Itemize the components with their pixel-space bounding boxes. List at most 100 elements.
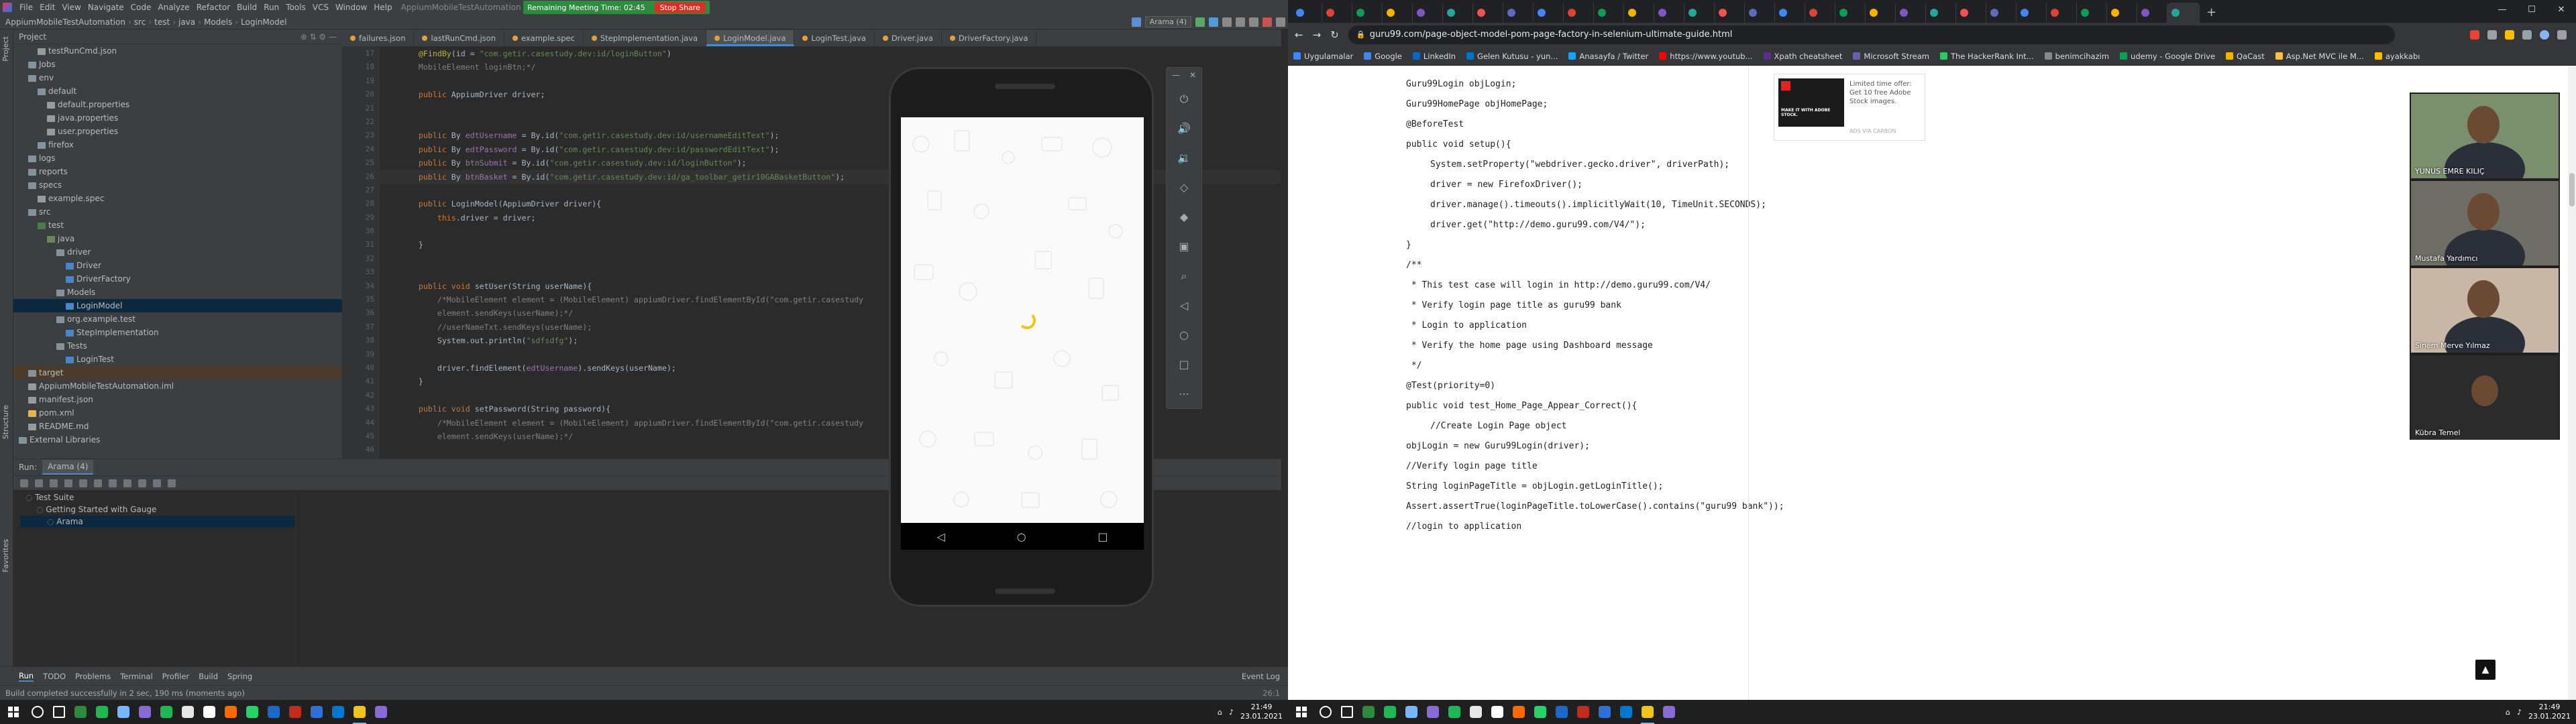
new-tab-button[interactable]: + (2200, 3, 2223, 23)
browser-tab[interactable] (1805, 3, 1835, 23)
browser-tab[interactable] (1383, 3, 1413, 23)
tree-item[interactable]: env (13, 71, 342, 84)
tool-tab-todo[interactable]: TODO (43, 672, 66, 681)
tree-item[interactable]: LoginTest (13, 353, 342, 366)
taskbar-app[interactable] (134, 700, 156, 724)
run-config-tab[interactable]: Arama (4) (42, 460, 94, 475)
tree-item[interactable]: firefox (13, 138, 342, 152)
browser-tab[interactable] (1684, 3, 1715, 23)
tree-item[interactable]: java (13, 232, 342, 245)
up-icon[interactable] (109, 479, 117, 487)
browser-tab[interactable] (1986, 3, 2017, 23)
taskbar-app[interactable] (1444, 700, 1465, 724)
tree-item[interactable]: Models (13, 286, 342, 299)
browser-tab[interactable] (1835, 3, 1866, 23)
browser-tab[interactable] (1896, 3, 1926, 23)
browser-tab[interactable] (1926, 3, 1956, 23)
browser-tab[interactable] (1534, 3, 1564, 23)
taskbar-app[interactable] (156, 700, 177, 724)
clock-right[interactable]: 21:49 23.01.2021 (2528, 703, 2571, 721)
breadcrumb-item[interactable]: AppiumMobileTestAutomation (5, 17, 125, 27)
network-icon[interactable]: ⌂ (1218, 708, 1222, 717)
browser-tab[interactable] (1624, 3, 1654, 23)
run-icon[interactable] (1195, 17, 1205, 27)
taskbar-app[interactable] (1637, 700, 1658, 724)
browser-tab[interactable] (1503, 3, 1534, 23)
extension-icon[interactable] (2487, 30, 2497, 40)
editor-tab[interactable]: StepImplementation.java (584, 30, 707, 46)
tree-item[interactable]: Driver (13, 259, 342, 272)
home-nav-button[interactable]: ○ (1017, 530, 1026, 543)
tree-item[interactable]: user.properties (13, 125, 342, 138)
taskbar-app[interactable] (349, 700, 370, 724)
taskbar-app[interactable] (370, 700, 392, 724)
tool-tab-terminal[interactable]: Terminal (120, 672, 153, 681)
editor-tab[interactable]: example.spec (504, 30, 584, 46)
back-icon[interactable]: ◁ (1175, 297, 1193, 314)
browser-tab[interactable] (1564, 3, 1594, 23)
page-scrollbar[interactable] (2568, 66, 2576, 700)
scrollbar-thumb[interactable] (2569, 173, 2575, 206)
taskbar-app[interactable] (70, 700, 91, 724)
profile-avatar[interactable] (2540, 30, 2549, 40)
home-icon[interactable]: ○ (1175, 326, 1193, 344)
taskbar-app[interactable] (1336, 700, 1358, 724)
taskbar-app[interactable] (1401, 700, 1422, 724)
structure-tool-tab[interactable]: Structure (1, 405, 10, 439)
minimize-icon[interactable]: — (1172, 70, 1180, 80)
tree-item[interactable]: driver (13, 245, 342, 259)
power-icon[interactable]: ⏻ (1175, 90, 1193, 108)
tree-item[interactable]: DriverFactory (13, 272, 342, 286)
search-everywhere-icon[interactable] (1276, 17, 1285, 27)
windows-start-button[interactable] (1288, 700, 1315, 724)
reload-button[interactable]: ↻ (1330, 29, 1339, 41)
taskbar-app[interactable] (1658, 700, 1680, 724)
menu-item-view[interactable]: View (58, 3, 84, 12)
menu-item-edit[interactable]: Edit (36, 3, 58, 12)
taskbar-app[interactable] (1529, 700, 1551, 724)
tool-tab-profiler[interactable]: Profiler (162, 672, 190, 681)
taskbar-app[interactable] (1315, 700, 1336, 724)
favorites-tool-tab[interactable]: Favorites (1, 539, 10, 572)
browser-tab[interactable] (1866, 3, 1896, 23)
volume-icon[interactable]: ♪ (1229, 708, 1234, 717)
tool-tab-problems[interactable]: Problems (75, 672, 111, 681)
browser-tab[interactable] (2107, 3, 2137, 23)
browser-tab[interactable] (1473, 3, 1503, 23)
menu-icon[interactable] (2557, 30, 2567, 40)
browser-tab[interactable] (1413, 3, 1443, 23)
stop-circle-icon[interactable] (35, 479, 43, 487)
more-icon[interactable]: ⋯ (1175, 385, 1193, 403)
menu-item-analyze[interactable]: Analyze (154, 3, 193, 12)
editor-tab[interactable]: DriverFactory.java (942, 30, 1037, 46)
browser-tab[interactable] (1594, 3, 1624, 23)
debug-icon[interactable] (1209, 17, 1218, 27)
event-log-button[interactable]: Event Log (1242, 672, 1280, 681)
check-icon[interactable] (20, 479, 28, 487)
clock-left[interactable]: 21:49 23.01.2021 (1240, 703, 1283, 721)
menu-item-navigate[interactable]: Navigate (85, 3, 127, 12)
browser-tab[interactable] (1443, 3, 1473, 23)
bookmark[interactable]: udemy - Google Drive (2120, 52, 2215, 61)
browser-tab[interactable] (2167, 3, 2200, 23)
menu-item-code[interactable]: Code (127, 3, 155, 12)
tree-item[interactable]: org.example.test (13, 312, 342, 326)
back-button[interactable]: ← (1295, 29, 1303, 41)
volume-up-icon[interactable]: 🔊 (1175, 120, 1193, 137)
project-panel-title[interactable]: Project (19, 32, 46, 42)
cursor-position[interactable]: 26:1 (1263, 688, 1280, 698)
browser-tab[interactable] (1715, 3, 1745, 23)
browser-tab[interactable] (2017, 3, 2047, 23)
rotate-left-icon[interactable]: ◇ (1175, 179, 1193, 196)
menu-item-help[interactable]: Help (370, 3, 395, 12)
project-tool-tab[interactable]: Project (1, 36, 10, 62)
browser-tab[interactable] (1322, 3, 1352, 23)
breadcrumb-item[interactable]: LoginModel (241, 17, 286, 27)
network-icon[interactable]: ⌂ (2506, 708, 2510, 717)
sort-icon[interactable] (50, 479, 58, 487)
taskbar-app[interactable] (1551, 700, 1572, 724)
browser-tab[interactable] (1956, 3, 1986, 23)
taskbar-app[interactable] (306, 700, 327, 724)
breadcrumb-item[interactable]: java (178, 17, 195, 27)
participant-video[interactable]: Kübra Temel (2411, 355, 2559, 440)
